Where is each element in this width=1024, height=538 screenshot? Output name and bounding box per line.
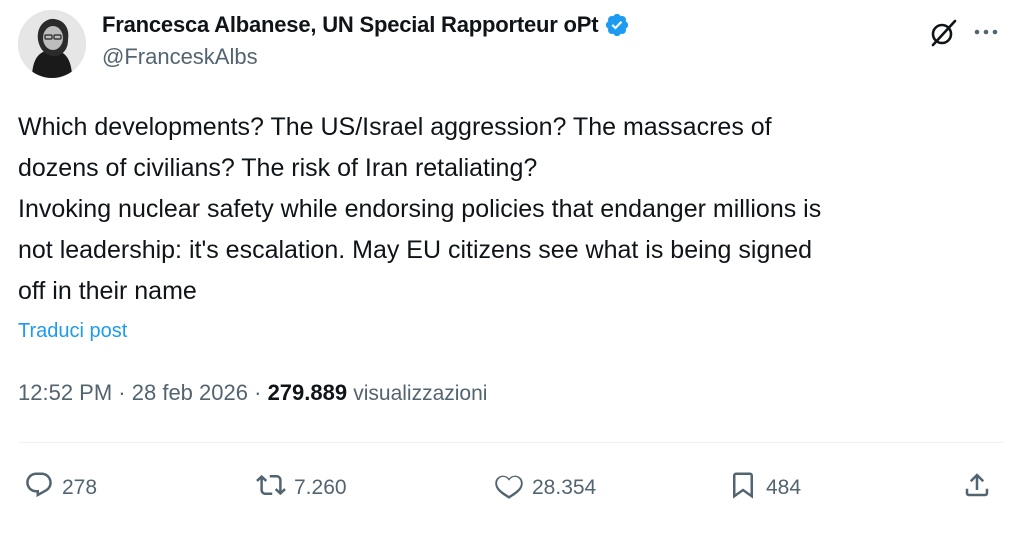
repost-button[interactable]: 7.260	[256, 466, 347, 510]
reply-icon	[24, 470, 54, 506]
author-name-row: Francesca Albanese, UN Special Rapporteu…	[102, 10, 630, 40]
translate-post-link[interactable]: Traduci post	[18, 320, 127, 343]
verified-badge-icon[interactable]	[604, 12, 630, 38]
author-info: Francesca Albanese, UN Special Rapporteu…	[102, 10, 630, 70]
bookmark-count: 484	[766, 476, 802, 499]
bookmark-button[interactable]: 484	[728, 466, 801, 510]
post-text: Which developments? The US/Israel aggres…	[18, 107, 1018, 312]
heart-icon	[494, 470, 524, 506]
avatar-photo	[18, 10, 86, 78]
bookmark-icon	[728, 470, 758, 506]
divider	[18, 442, 1004, 443]
like-count: 28.354	[532, 476, 597, 499]
post-time[interactable]: 12:52 PM	[18, 380, 112, 405]
post-text-line: not leadership: it's escalation. May EU …	[18, 236, 813, 264]
meta-separator: ·	[254, 380, 262, 405]
post-text-line: Which developments? The US/Israel aggres…	[18, 113, 772, 141]
post-text-line: off in their name	[18, 277, 197, 305]
share-icon	[962, 470, 992, 506]
share-button[interactable]	[962, 466, 992, 510]
repost-icon	[256, 470, 286, 506]
reply-count: 278	[62, 476, 98, 499]
author-handle[interactable]: @FranceskAlbs	[102, 44, 630, 70]
post-date[interactable]: 28 feb 2026	[132, 380, 248, 405]
repost-count: 7.260	[294, 476, 347, 499]
grok-icon[interactable]	[928, 18, 958, 48]
avatar[interactable]	[18, 10, 86, 78]
post-text-line: dozens of civilians? The risk of Iran re…	[18, 154, 538, 182]
author-display-name[interactable]: Francesca Albanese, UN Special Rapporteu…	[102, 12, 599, 38]
action-bar: 278 7.260 28.354 484	[0, 466, 1024, 510]
views-count[interactable]: 279.889	[268, 380, 348, 405]
post-header: Francesca Albanese, UN Special Rapporteu…	[18, 10, 1008, 80]
meta-separator: ·	[118, 380, 126, 405]
post-text-line: Invoking nuclear safety while endorsing …	[18, 195, 822, 223]
more-icon[interactable]	[970, 22, 1002, 42]
like-button[interactable]: 28.354	[494, 466, 596, 510]
post-meta: 12:52 PM · 28 feb 2026 · 279.889 visuali…	[18, 380, 487, 406]
views-label: visualizzazioni	[353, 382, 488, 405]
reply-button[interactable]: 278	[24, 466, 97, 510]
